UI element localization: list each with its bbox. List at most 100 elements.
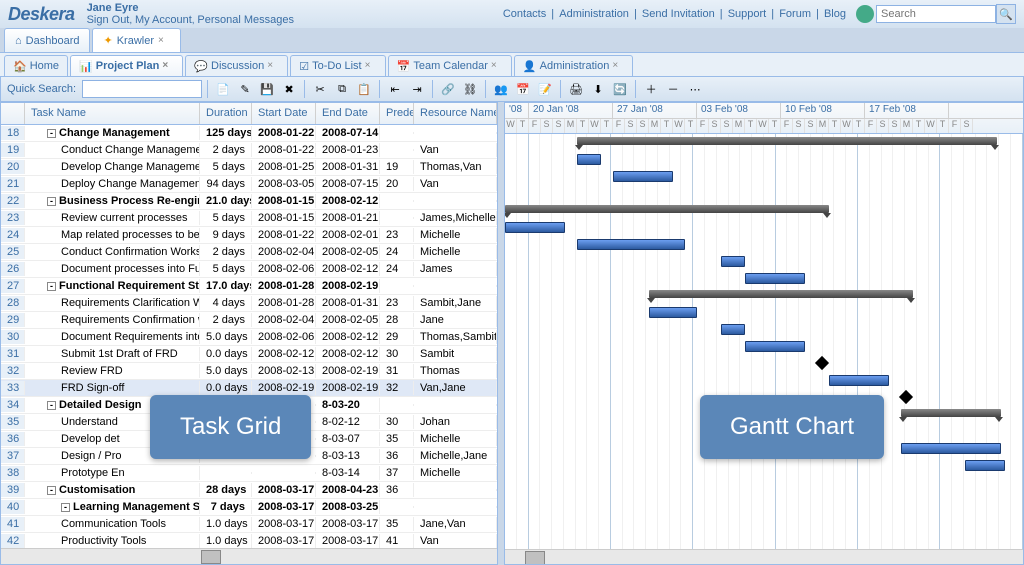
- cell-taskname[interactable]: FRD Sign-off: [25, 381, 200, 395]
- cell-startdate[interactable]: 2008-01-22: [252, 126, 316, 140]
- gantt-summary-bar[interactable]: [649, 290, 913, 298]
- grid-hscroll[interactable]: [1, 548, 497, 564]
- table-row[interactable]: 24Map related processes to best p9 days2…: [1, 227, 497, 244]
- table-row[interactable]: 40-Learning Management Syste7 days2008-0…: [1, 499, 497, 516]
- cell-startdate[interactable]: 2008-02-06: [252, 330, 316, 344]
- close-icon[interactable]: ×: [162, 60, 174, 72]
- cell-startdate[interactable]: 2008-02-06: [252, 262, 316, 276]
- cell-startdate[interactable]: 2008-02-19: [252, 381, 316, 395]
- cell-enddate[interactable]: 2008-01-21: [316, 211, 380, 225]
- cell-duration[interactable]: [200, 438, 252, 440]
- cell-resources[interactable]: James,Michelle: [414, 211, 497, 225]
- cell-resources[interactable]: Michelle,Jane: [414, 449, 497, 463]
- cell-taskname[interactable]: Conduct Confirmation Workshop: [25, 245, 200, 259]
- cell-duration[interactable]: 5 days: [200, 211, 252, 225]
- cell-duration[interactable]: 0.0 days: [200, 381, 252, 395]
- cell-enddate[interactable]: 2008-02-12: [316, 194, 380, 208]
- table-row[interactable]: 36Develop det8-03-0735Michelle: [1, 431, 497, 448]
- table-row[interactable]: 41Communication Tools1.0 days2008-03-172…: [1, 516, 497, 533]
- nav-send-invitation[interactable]: Send Invitation: [642, 8, 715, 20]
- cell-enddate[interactable]: 2008-01-23: [316, 143, 380, 157]
- cell-resources[interactable]: Jane: [414, 313, 497, 327]
- cell-enddate[interactable]: 2008-03-17: [316, 534, 380, 548]
- cell-duration[interactable]: 2 days: [200, 245, 252, 259]
- table-row[interactable]: 30Document Requirements into FRD5.0 days…: [1, 329, 497, 346]
- cell-startdate[interactable]: 2008-03-17: [252, 517, 316, 531]
- tb-new[interactable]: 📄: [213, 79, 233, 99]
- col-rownum[interactable]: [1, 103, 25, 124]
- cell-enddate[interactable]: 2008-04-23: [316, 483, 380, 497]
- gantt-body[interactable]: [505, 134, 1023, 549]
- search-button[interactable]: 🔍: [996, 4, 1016, 24]
- tb-print[interactable]: 🖨: [566, 79, 586, 99]
- cell-predecessors[interactable]: 24: [380, 245, 414, 259]
- gantt-task-bar[interactable]: [745, 273, 805, 284]
- cell-resources[interactable]: Van: [414, 177, 497, 191]
- cell-resources[interactable]: Thomas,Sambit: [414, 330, 497, 344]
- cell-startdate[interactable]: 2008-02-13: [252, 364, 316, 378]
- cell-predecessors[interactable]: [380, 200, 414, 202]
- cell-enddate[interactable]: 2008-02-01: [316, 228, 380, 242]
- sub-tab-to-do-list[interactable]: ☑To-Do List×: [290, 55, 385, 76]
- tb-notes[interactable]: 📝: [535, 79, 555, 99]
- cell-startdate[interactable]: 2008-01-28: [252, 296, 316, 310]
- cell-predecessors[interactable]: [380, 285, 414, 287]
- table-row[interactable]: 20Develop Change Management Pl5 days2008…: [1, 159, 497, 176]
- nav-forum[interactable]: Forum: [779, 8, 811, 20]
- cell-predecessors[interactable]: [380, 404, 414, 406]
- cell-taskname[interactable]: Document Requirements into FRD: [25, 330, 200, 344]
- gantt-task-bar[interactable]: [901, 443, 1001, 454]
- cell-startdate[interactable]: 2008-01-15: [252, 194, 316, 208]
- cell-predecessors[interactable]: 36: [380, 449, 414, 463]
- cell-enddate[interactable]: 2008-03-25: [316, 500, 380, 514]
- cell-startdate[interactable]: 2008-01-22: [252, 143, 316, 157]
- table-row[interactable]: 33FRD Sign-off0.0 days2008-02-192008-02-…: [1, 380, 497, 397]
- cell-taskname[interactable]: Review current processes: [25, 211, 200, 225]
- cell-taskname[interactable]: Requirements Clarification Works: [25, 296, 200, 310]
- cell-enddate[interactable]: 2008-02-12: [316, 330, 380, 344]
- table-row[interactable]: 37Design / Pro8-03-1336Michelle,Jane: [1, 448, 497, 465]
- tb-resources[interactable]: 👥: [491, 79, 511, 99]
- cell-enddate[interactable]: 2008-07-14: [316, 126, 380, 140]
- cell-predecessors[interactable]: [380, 132, 414, 134]
- table-row[interactable]: 26Document processes into Functi5 days20…: [1, 261, 497, 278]
- cell-enddate[interactable]: 8-03-07: [316, 432, 380, 446]
- cell-startdate[interactable]: 2008-02-04: [252, 313, 316, 327]
- cell-taskname[interactable]: -Functional Requirement Study: [25, 279, 200, 293]
- cell-taskname[interactable]: Requirements Confirmation work: [25, 313, 200, 327]
- table-row[interactable]: 35Understand8-02-1230Johan: [1, 414, 497, 431]
- close-icon[interactable]: ×: [158, 35, 170, 47]
- search-input[interactable]: [876, 5, 996, 23]
- sign-out-link[interactable]: Sign Out: [87, 14, 130, 26]
- cell-duration[interactable]: 1.0 days: [200, 534, 252, 548]
- cell-predecessors[interactable]: 24: [380, 262, 414, 276]
- cell-predecessors[interactable]: 30: [380, 415, 414, 429]
- cell-predecessors[interactable]: 41: [380, 534, 414, 548]
- table-row[interactable]: 21Deploy Change Management Act94 days200…: [1, 176, 497, 193]
- nav-contacts[interactable]: Contacts: [503, 8, 546, 20]
- cell-resources[interactable]: Van: [414, 534, 497, 548]
- cell-taskname[interactable]: Submit 1st Draft of FRD: [25, 347, 200, 361]
- cell-predecessors[interactable]: 23: [380, 228, 414, 242]
- cell-resources[interactable]: [414, 489, 497, 491]
- cell-predecessors[interactable]: [380, 217, 414, 219]
- table-row[interactable]: 23Review current processes5 days2008-01-…: [1, 210, 497, 227]
- cell-taskname[interactable]: Conduct Change Management Pl: [25, 143, 200, 157]
- cell-predecessors[interactable]: 30: [380, 347, 414, 361]
- gantt-task-bar[interactable]: [721, 324, 745, 335]
- close-icon[interactable]: ×: [267, 60, 279, 72]
- globe-icon[interactable]: [856, 5, 874, 23]
- cell-enddate[interactable]: 8-03-20: [316, 398, 380, 412]
- cell-enddate[interactable]: 2008-01-31: [316, 160, 380, 174]
- cell-duration[interactable]: 2 days: [200, 313, 252, 327]
- gantt-summary-bar[interactable]: [505, 205, 829, 213]
- cell-duration[interactable]: 5.0 days: [200, 364, 252, 378]
- col-taskname[interactable]: Task Name: [25, 103, 200, 124]
- cell-resources[interactable]: Michelle: [414, 466, 497, 480]
- cell-duration[interactable]: [200, 421, 252, 423]
- cell-taskname[interactable]: Deploy Change Management Act: [25, 177, 200, 191]
- cell-startdate[interactable]: [252, 472, 316, 474]
- gantt-task-bar[interactable]: [577, 239, 685, 250]
- cell-duration[interactable]: 9 days: [200, 228, 252, 242]
- sub-tab-administration[interactable]: 👤Administration×: [514, 55, 633, 76]
